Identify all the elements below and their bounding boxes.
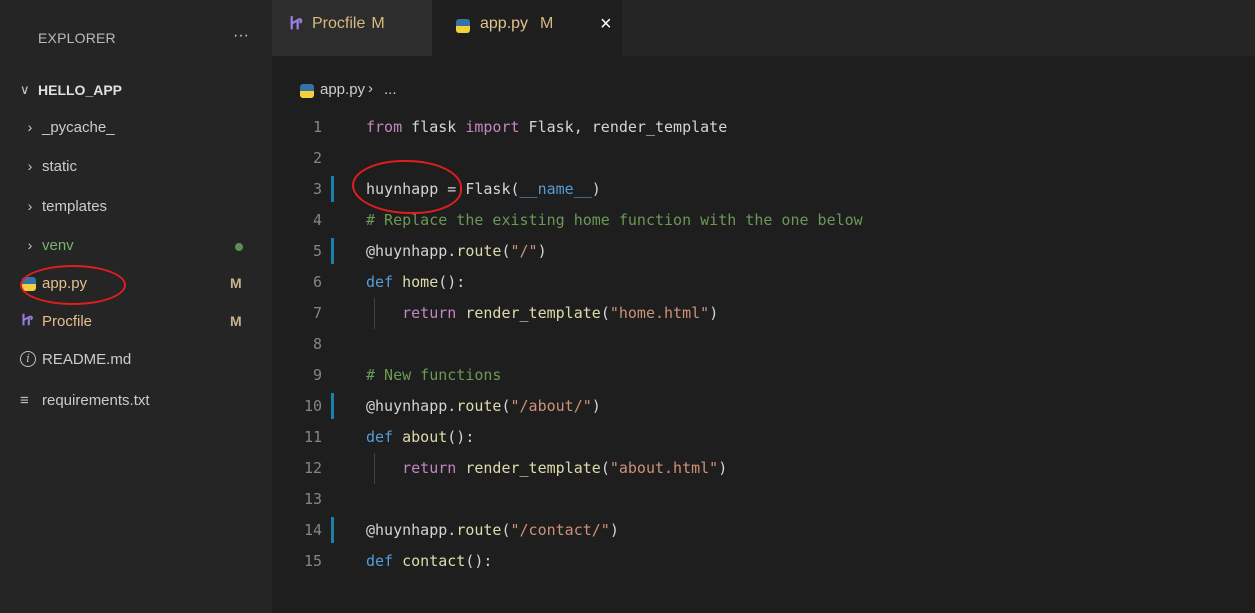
tree-item-label: Procfile bbox=[42, 313, 93, 330]
code-text: huynhapp = Flask(__name__) bbox=[366, 180, 601, 198]
tree-item-label: venv bbox=[42, 237, 74, 254]
explorer-title: EXPLORER bbox=[38, 30, 116, 46]
line-number: 12 bbox=[303, 459, 322, 477]
code-line[interactable]: 5 @huynhapp.route("/") bbox=[272, 236, 1255, 267]
gutter-change-marker bbox=[331, 238, 334, 264]
code-text: return render_template("home.html") bbox=[402, 304, 719, 322]
code-text: @huynhapp.route("/contact/") bbox=[366, 521, 619, 539]
line-number: 6 bbox=[312, 273, 322, 291]
breadcrumb-file[interactable]: app.py bbox=[320, 81, 365, 98]
code-line[interactable]: 9 # New functions bbox=[272, 360, 1255, 391]
modified-badge: M bbox=[230, 313, 242, 329]
tree-item-requirements[interactable]: ≡ requirements.txt bbox=[0, 385, 272, 417]
code-text: from flask import Flask, render_template bbox=[366, 118, 728, 136]
untracked-dot-icon bbox=[235, 243, 243, 251]
line-number: 4 bbox=[312, 211, 322, 229]
chevron-right-icon: › bbox=[27, 237, 33, 253]
tree-item-label: requirements.txt bbox=[42, 392, 150, 409]
gutter-change-marker bbox=[331, 517, 334, 543]
close-icon[interactable]: × bbox=[600, 13, 612, 36]
breadcrumb-more[interactable]: ... bbox=[384, 81, 397, 98]
code-line[interactable]: 12 return render_template("about.html") bbox=[272, 453, 1255, 484]
line-number: 7 bbox=[312, 304, 322, 322]
modified-indicator: M bbox=[540, 15, 554, 32]
code-line[interactable]: 1 from flask import Flask, render_templat… bbox=[272, 112, 1255, 143]
tab-label: Procfile bbox=[312, 15, 366, 32]
editor-tab-bar: Ꮵ Procfile M app.py M × bbox=[272, 0, 1255, 56]
tab-app-py[interactable]: app.py M × bbox=[432, 0, 622, 56]
line-number: 5 bbox=[312, 242, 322, 260]
code-text: def contact(): bbox=[366, 552, 493, 570]
root-folder-label: HELLO_APP bbox=[38, 82, 123, 98]
code-text: @huynhapp.route("/") bbox=[366, 242, 547, 260]
tree-item-readme[interactable]: i README.md bbox=[0, 344, 272, 376]
heroku-icon: Ꮵ bbox=[290, 14, 303, 33]
line-number: 15 bbox=[303, 552, 322, 570]
code-line[interactable]: 7 return render_template("home.html") bbox=[272, 298, 1255, 329]
code-line[interactable]: 6 def home(): bbox=[272, 267, 1255, 298]
line-number: 14 bbox=[303, 521, 322, 539]
tree-item-static[interactable]: › static bbox=[0, 151, 272, 183]
line-number: 13 bbox=[303, 490, 322, 508]
tree-item-pycache[interactable]: › _pycache_ bbox=[0, 112, 272, 144]
explorer-sidebar: EXPLORER ··· ∨ HELLO_APP › _pycache_ › s… bbox=[0, 0, 272, 613]
tree-item-label: app.py bbox=[42, 275, 88, 292]
code-line[interactable]: 8 bbox=[272, 329, 1255, 360]
modified-badge: M bbox=[230, 275, 242, 291]
code-line[interactable]: 2 bbox=[272, 143, 1255, 174]
gutter-change-marker bbox=[331, 393, 334, 419]
breadcrumb-separator: › bbox=[368, 80, 373, 97]
line-number: 10 bbox=[303, 397, 322, 415]
line-number: 8 bbox=[312, 335, 322, 353]
chevron-right-icon: › bbox=[27, 158, 33, 174]
more-actions-button[interactable]: ··· bbox=[230, 26, 252, 46]
line-number: 9 bbox=[312, 366, 322, 384]
code-text: return render_template("about.html") bbox=[402, 459, 728, 477]
tree-item-venv[interactable]: › venv bbox=[0, 230, 272, 262]
python-icon bbox=[22, 277, 36, 291]
chevron-down-icon: ∨ bbox=[20, 82, 30, 97]
line-number: 11 bbox=[303, 428, 322, 446]
text-lines-icon: ≡ bbox=[20, 392, 29, 409]
explorer-header: EXPLORER ··· bbox=[0, 0, 272, 76]
code-line[interactable]: 14 @huynhapp.route("/contact/") bbox=[272, 515, 1255, 546]
code-editor[interactable]: 1 from flask import Flask, render_templat… bbox=[272, 112, 1255, 613]
code-text: # Replace the existing home function wit… bbox=[366, 211, 863, 229]
code-line[interactable]: 11 def about(): bbox=[272, 422, 1255, 453]
code-line[interactable]: 4 # Replace the existing home function wi… bbox=[272, 205, 1255, 236]
modified-indicator: M bbox=[371, 15, 385, 32]
info-icon: i bbox=[20, 351, 36, 367]
tab-procfile[interactable]: Ꮵ Procfile M bbox=[272, 0, 432, 56]
code-text: # New functions bbox=[366, 366, 502, 384]
code-text: @huynhapp.route("/about/") bbox=[366, 397, 601, 415]
python-icon bbox=[300, 84, 314, 98]
tree-item-label: _pycache_ bbox=[42, 119, 115, 136]
code-text: def home(): bbox=[366, 273, 466, 291]
tree-item-app-py[interactable]: app.py M bbox=[0, 268, 272, 300]
code-text: def about(): bbox=[366, 428, 475, 446]
line-number: 1 bbox=[312, 118, 322, 136]
code-line[interactable]: 10 @huynhapp.route("/about/") bbox=[272, 391, 1255, 422]
code-line[interactable]: 15 def contact(): bbox=[272, 546, 1255, 577]
tree-item-label: templates bbox=[42, 198, 108, 215]
line-number: 2 bbox=[312, 149, 322, 167]
code-line[interactable]: 3 huynhapp = Flask(__name__) bbox=[272, 174, 1255, 205]
tree-item-procfile[interactable]: Ꮵ Procfile M bbox=[0, 306, 272, 338]
heroku-icon: Ꮵ bbox=[22, 312, 33, 329]
tree-item-label: static bbox=[42, 158, 78, 175]
code-line[interactable]: 13 bbox=[272, 484, 1255, 515]
tree-item-templates[interactable]: › templates bbox=[0, 191, 272, 223]
vscode-window: EXPLORER ··· ∨ HELLO_APP › _pycache_ › s… bbox=[0, 0, 1255, 613]
python-icon bbox=[456, 19, 470, 33]
tree-item-label: README.md bbox=[42, 351, 132, 368]
chevron-right-icon: › bbox=[27, 198, 33, 214]
tab-label: app.py bbox=[480, 15, 529, 32]
chevron-right-icon: › bbox=[27, 119, 33, 135]
line-number: 3 bbox=[312, 180, 322, 198]
gutter-change-marker bbox=[331, 176, 334, 202]
